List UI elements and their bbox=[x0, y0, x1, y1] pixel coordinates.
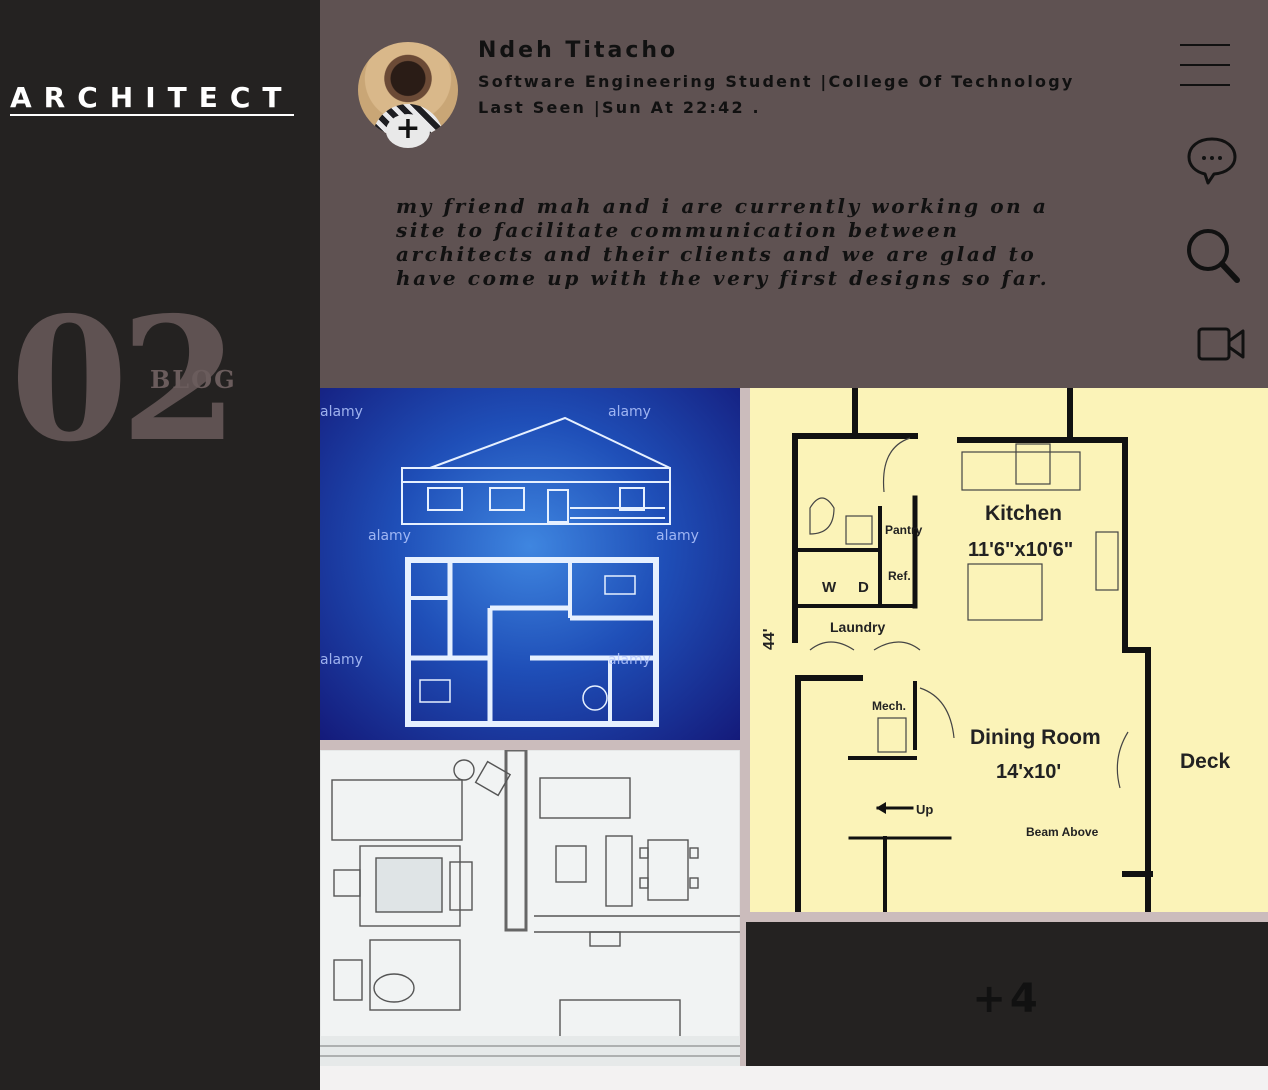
floorplan-image[interactable]: Kitchen 11'6"x10'6" Pantry Ref. W D Laun… bbox=[750, 388, 1268, 912]
watermark: alamy bbox=[608, 404, 651, 420]
add-icon[interactable]: + bbox=[386, 114, 430, 148]
room-dining-size: 14'x10' bbox=[996, 761, 1061, 783]
room-ref: Ref. bbox=[888, 569, 911, 583]
stairs-up-label: Up bbox=[916, 802, 933, 817]
room-laundry: Laundry bbox=[830, 619, 885, 635]
last-seen-status: Last Seen |Sun At 22:42 . bbox=[478, 98, 761, 117]
chat-icon[interactable] bbox=[1186, 136, 1238, 186]
menu-icon[interactable] bbox=[1180, 42, 1230, 88]
sketch-plan-image[interactable] bbox=[320, 750, 740, 1068]
post-body: my friend mah and i are currently workin… bbox=[396, 194, 1050, 290]
watermark: alamy bbox=[656, 528, 699, 544]
profile-subtitle: Software Engineering Student |College Of… bbox=[478, 72, 1075, 91]
room-dining: Dining Room bbox=[970, 726, 1101, 749]
post-header: + Ndeh Titacho Software Engineering Stud… bbox=[320, 0, 1268, 388]
footer-strip bbox=[320, 1066, 1268, 1090]
watermark: alamy bbox=[320, 652, 363, 668]
search-icon[interactable] bbox=[1184, 226, 1242, 286]
profile-name[interactable]: Ndeh Titacho bbox=[478, 38, 678, 63]
image-gallery: alamy alamy alamy alamy alamy alamy Kitc… bbox=[320, 388, 1268, 1090]
video-icon[interactable] bbox=[1196, 324, 1248, 364]
beam-label: Beam Above bbox=[1026, 825, 1099, 839]
room-dryer: D bbox=[858, 579, 869, 596]
room-pantry: Pantry bbox=[885, 523, 923, 537]
blog-label: BLOG bbox=[150, 365, 237, 394]
more-images-count: +4 bbox=[972, 976, 1042, 1022]
room-kitchen: Kitchen bbox=[985, 502, 1062, 525]
blueprint-image[interactable]: alamy alamy alamy alamy alamy alamy bbox=[320, 388, 740, 740]
menu-line bbox=[1180, 64, 1230, 66]
menu-line bbox=[1180, 84, 1230, 86]
room-deck: Deck bbox=[1180, 750, 1231, 773]
more-images-button[interactable]: +4 bbox=[746, 922, 1268, 1066]
watermark: alamy bbox=[320, 404, 363, 420]
brand-logo[interactable]: ARCHITECT bbox=[10, 82, 294, 116]
side-dimension: 44' bbox=[761, 628, 778, 650]
sidebar: ARCHITECT 02 BLOG bbox=[0, 0, 320, 1090]
room-washer: W bbox=[822, 579, 837, 596]
room-mech: Mech. bbox=[872, 699, 906, 713]
watermark: alamy bbox=[368, 528, 411, 544]
watermark: alamy bbox=[608, 652, 651, 668]
room-kitchen-size: 11'6"x10'6" bbox=[968, 539, 1073, 561]
menu-line bbox=[1180, 44, 1230, 46]
